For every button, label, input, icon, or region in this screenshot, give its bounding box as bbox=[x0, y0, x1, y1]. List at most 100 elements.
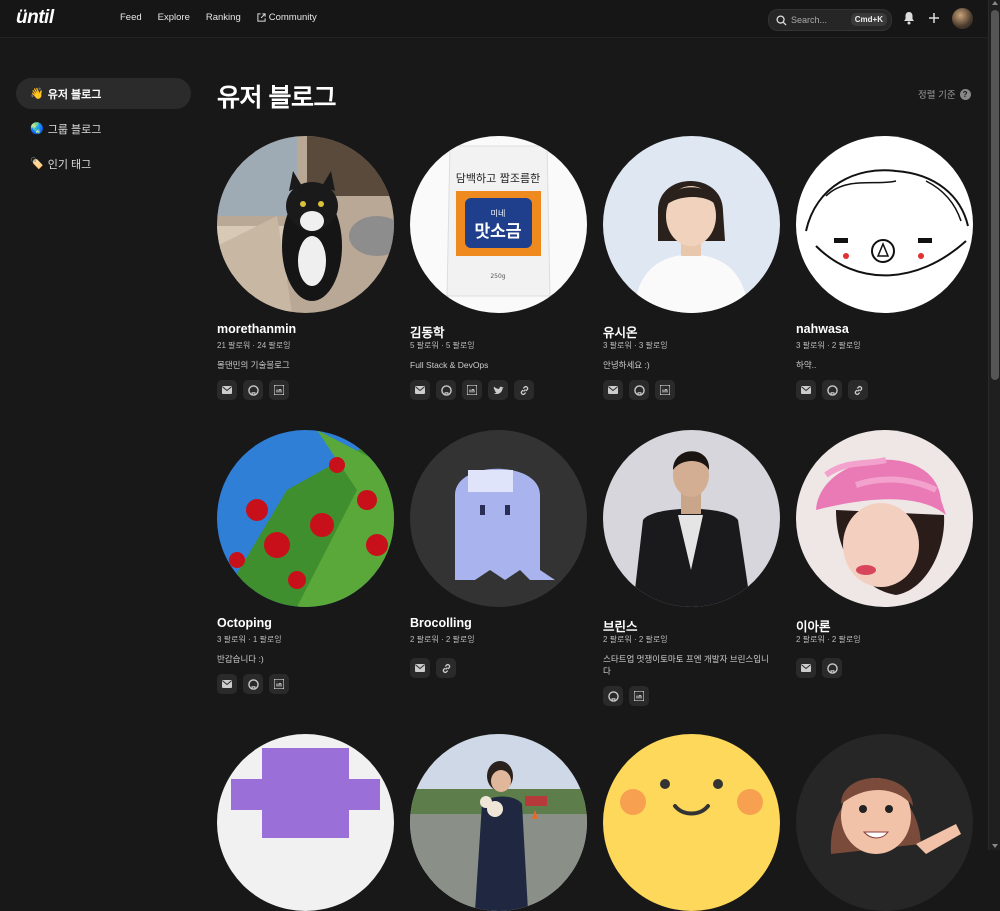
sidebar-item-label: 유저 블로그 bbox=[47, 88, 102, 101]
profile-photo-woman[interactable] bbox=[603, 136, 780, 313]
page-scrollbar[interactable] bbox=[988, 0, 1000, 850]
social-links bbox=[217, 674, 395, 694]
social-links bbox=[410, 380, 588, 400]
user-card[interactable] bbox=[796, 734, 974, 911]
tag-icon: 🏷️ bbox=[30, 158, 44, 170]
user-name[interactable]: 이아론 bbox=[796, 616, 974, 634]
github-icon[interactable] bbox=[629, 380, 649, 400]
user-card[interactable]: Octoping 3 팔로워 · 1 팔로잉 반갑습니다 :) bbox=[217, 430, 395, 694]
profile-photo-flowers-park[interactable] bbox=[410, 734, 587, 911]
user-name[interactable]: nahwasa bbox=[796, 322, 974, 337]
github-icon[interactable] bbox=[822, 380, 842, 400]
sidebar-item-group-blogs[interactable]: 🌏 그룹 블로그 bbox=[16, 113, 191, 144]
waving-hand-icon: 👋 bbox=[30, 88, 44, 100]
nav-ranking[interactable]: Ranking bbox=[206, 12, 241, 23]
follow-counts: 2 팔로워 · 2 팔로잉 bbox=[410, 635, 475, 644]
link-icon[interactable] bbox=[848, 380, 868, 400]
user-card[interactable] bbox=[217, 734, 395, 911]
scroll-up-arrow-icon[interactable] bbox=[992, 1, 998, 5]
user-bio: 안녕하세요 :) bbox=[603, 360, 650, 370]
github-icon[interactable] bbox=[243, 380, 263, 400]
user-avatar[interactable] bbox=[952, 8, 973, 29]
follow-counts: 21 팔로워 · 24 팔로잉 bbox=[217, 341, 291, 350]
nav-feed[interactable]: Feed bbox=[120, 12, 142, 23]
social-links bbox=[796, 658, 974, 678]
link-icon[interactable] bbox=[514, 380, 534, 400]
user-name[interactable]: 브린스 bbox=[603, 616, 781, 634]
linkedin-icon[interactable] bbox=[655, 380, 675, 400]
scrollbar-thumb[interactable] bbox=[991, 10, 999, 380]
linkedin-icon[interactable] bbox=[269, 674, 289, 694]
github-icon[interactable] bbox=[243, 674, 263, 694]
user-name[interactable]: morethanmin bbox=[217, 322, 395, 337]
profile-photo-roses[interactable] bbox=[217, 430, 394, 607]
profile-photo-smiley[interactable] bbox=[603, 734, 780, 911]
follow-counts: 2 팔로워 · 2 팔로잉 bbox=[796, 635, 861, 644]
user-card[interactable]: morethanmin 21 팔로워 · 24 팔로잉 몰댄민의 기술블로그 bbox=[217, 136, 395, 400]
user-bio: 스타트업 멋쟁이토마토 프엔 개발자 브린스입니다 bbox=[603, 654, 769, 676]
profile-photo-memoji[interactable] bbox=[796, 734, 973, 911]
plus-icon[interactable] bbox=[928, 12, 940, 24]
user-name[interactable]: 김동학 bbox=[410, 322, 588, 340]
user-card[interactable]: 이아론 2 팔로워 · 2 팔로잉 bbox=[796, 430, 974, 678]
sidebar-item-popular-tags[interactable]: 🏷️ 인기 태그 bbox=[16, 148, 191, 179]
app-logo[interactable]: üntil bbox=[16, 7, 54, 29]
github-icon[interactable] bbox=[822, 658, 842, 678]
profile-photo-man-suit[interactable] bbox=[603, 430, 780, 607]
linkedin-icon[interactable] bbox=[269, 380, 289, 400]
user-card[interactable]: nahwasa 3 팔로워 · 2 팔로잉 하약.. bbox=[796, 136, 974, 400]
sort-control[interactable]: 정렬 기준 ? bbox=[918, 87, 971, 101]
nav-community-label: Community bbox=[268, 12, 317, 23]
follow-counts: 5 팔로워 · 5 팔로잉 bbox=[410, 341, 475, 350]
user-name[interactable]: 유시온 bbox=[603, 322, 781, 340]
search-input[interactable]: Search... Cmd+K bbox=[768, 9, 892, 31]
user-card[interactable] bbox=[410, 734, 588, 911]
profile-photo-pixel-ghost[interactable] bbox=[410, 430, 587, 607]
sidebar-item-user-blogs[interactable]: 👋 유저 블로그 bbox=[16, 78, 191, 109]
user-card[interactable] bbox=[603, 734, 781, 911]
user-card[interactable]: 브린스 2 팔로워 · 2 팔로잉 스타트업 멋쟁이토마토 프엔 개발자 브린스… bbox=[603, 430, 781, 706]
mail-icon[interactable] bbox=[410, 380, 430, 400]
user-bio: Full Stack & DevOps bbox=[410, 360, 489, 370]
scroll-down-arrow-icon[interactable] bbox=[992, 844, 998, 848]
mail-icon[interactable] bbox=[217, 380, 237, 400]
follow-counts: 2 팔로워 · 2 팔로잉 bbox=[603, 635, 668, 644]
twitter-icon[interactable] bbox=[488, 380, 508, 400]
user-bio: 하약.. bbox=[796, 360, 817, 370]
profile-photo-woman-pink-cap[interactable] bbox=[796, 430, 973, 607]
main-nav: Feed Explore Ranking Community bbox=[120, 12, 317, 23]
mail-icon[interactable] bbox=[217, 674, 237, 694]
page-title: 유저 블로그 bbox=[217, 84, 336, 112]
top-navigation-bar: üntil Feed Explore Ranking Community Sea… bbox=[0, 0, 988, 38]
user-card[interactable]: Brocolling 2 팔로워 · 2 팔로잉 bbox=[410, 430, 588, 678]
profile-photo-doodle-face[interactable] bbox=[796, 136, 973, 313]
github-icon[interactable] bbox=[603, 686, 623, 706]
sidebar: 👋 유저 블로그 🌏 그룹 블로그 🏷️ 인기 태그 bbox=[16, 78, 191, 183]
link-icon[interactable] bbox=[436, 658, 456, 678]
profile-photo-cat[interactable] bbox=[217, 136, 394, 313]
github-icon[interactable] bbox=[436, 380, 456, 400]
profile-photo-salt-package[interactable]: 담백하고 짭조름한 미네 맛소금 250g bbox=[410, 136, 587, 313]
user-name[interactable]: Octoping bbox=[217, 616, 395, 631]
social-links bbox=[217, 380, 395, 400]
globe-icon: 🌏 bbox=[30, 123, 44, 135]
sidebar-item-label: 그룹 블로그 bbox=[47, 123, 102, 136]
linkedin-icon[interactable] bbox=[462, 380, 482, 400]
help-icon[interactable]: ? bbox=[959, 88, 971, 100]
user-bio: 반갑습니다 :) bbox=[217, 654, 264, 664]
user-name[interactable]: Brocolling bbox=[410, 616, 588, 631]
mail-icon[interactable] bbox=[603, 380, 623, 400]
mail-icon[interactable] bbox=[796, 658, 816, 678]
user-card[interactable]: 유시온 3 팔로워 · 3 팔로잉 안녕하세요 :) bbox=[603, 136, 781, 400]
bell-icon[interactable] bbox=[903, 11, 915, 25]
mail-icon[interactable] bbox=[410, 658, 430, 678]
sidebar-item-label: 인기 태그 bbox=[47, 158, 92, 171]
profile-photo-purple-cross[interactable] bbox=[217, 734, 394, 911]
mail-icon[interactable] bbox=[796, 380, 816, 400]
linkedin-icon[interactable] bbox=[629, 686, 649, 706]
external-link-icon bbox=[257, 13, 266, 22]
user-card[interactable]: 담백하고 짭조름한 미네 맛소금 250g 김동학 5 팔로워 · 5 팔로잉 … bbox=[410, 136, 588, 400]
nav-community[interactable]: Community bbox=[257, 12, 317, 23]
nav-explore[interactable]: Explore bbox=[158, 12, 190, 23]
follow-counts: 3 팔로워 · 1 팔로잉 bbox=[217, 635, 282, 644]
